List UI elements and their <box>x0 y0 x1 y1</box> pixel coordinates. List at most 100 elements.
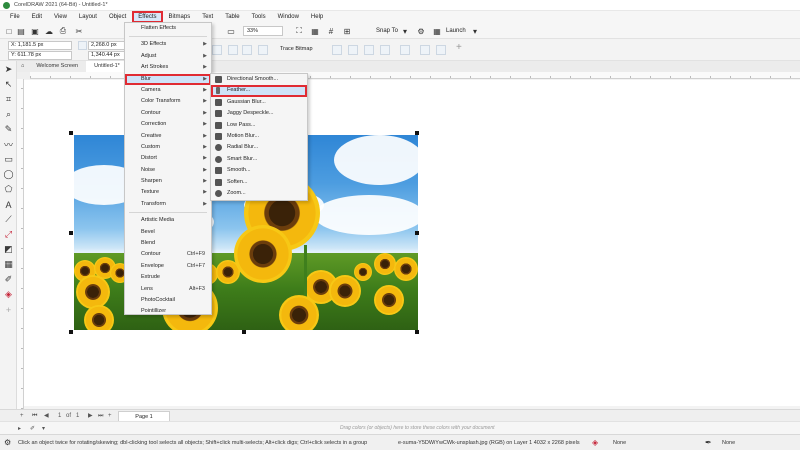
selection-handle-mr[interactable] <box>415 231 419 235</box>
fill-icon[interactable]: ◈ <box>592 435 598 450</box>
menu-view[interactable]: View <box>48 11 73 23</box>
submenu-item-directional-smooth[interactable]: Directional Smooth... <box>211 74 307 85</box>
parallel-dimension-tool-icon[interactable]: ⟋ <box>3 214 14 225</box>
menu-item-lens[interactable]: Lens Alt+F3 <box>125 284 211 295</box>
submenu-item-soften[interactable]: Soften... <box>211 177 307 188</box>
outline-pen-icon[interactable]: ✒ <box>705 435 712 450</box>
open-folder-icon[interactable]: ▤ <box>16 26 26 36</box>
menu-item-adjust[interactable]: Adjust ▶ <box>125 51 211 62</box>
align-icon[interactable] <box>400 45 410 55</box>
height-field[interactable]: 1,340.44 px <box>88 51 128 60</box>
selection-handle-ml[interactable] <box>69 231 73 235</box>
menu-item-extrude[interactable]: Extrude <box>125 272 211 283</box>
menu-item-contour-effects[interactable]: Contour ▶ <box>125 108 211 119</box>
launch-dropdown[interactable]: Launch <box>446 26 466 36</box>
interactive-fill-tool-icon[interactable]: ◈ <box>3 289 14 300</box>
selection-handle-tr[interactable] <box>415 131 419 135</box>
new-document-icon[interactable]: □ <box>4 26 14 36</box>
connector-tool-icon[interactable]: ⤢ <box>3 229 14 240</box>
document-palette[interactable]: ▸ ✐ ▾ Drag colors (or objects) here to s… <box>0 421 800 434</box>
menu-table[interactable]: Table <box>219 11 245 23</box>
selection-handle-bc[interactable] <box>242 330 246 334</box>
palette-menu-icon[interactable]: ▸ <box>18 424 21 434</box>
menu-item-sharpen[interactable]: Sharpen ▶ <box>125 176 211 187</box>
menu-item-artistic-media[interactable]: Artistic Media <box>125 215 211 226</box>
selection-handle-tl[interactable] <box>69 131 73 135</box>
crop-tool-icon[interactable]: ⌗ <box>3 94 14 105</box>
submenu-item-low-pass[interactable]: Low Pass... <box>211 120 307 131</box>
resample-icon[interactable] <box>364 45 374 55</box>
first-page-icon[interactable]: ⏮ <box>32 411 37 421</box>
menu-tools[interactable]: Tools <box>246 11 272 23</box>
cut-icon[interactable]: ✂ <box>74 26 84 36</box>
tab-welcome-screen[interactable]: Welcome Screen <box>28 61 86 72</box>
menu-item-bevel[interactable]: Bevel <box>125 227 211 238</box>
pick-tool-icon[interactable]: ➤ <box>3 64 14 75</box>
next-page-icon[interactable]: ▶ <box>88 411 93 421</box>
submenu-item-motion-blur[interactable]: Motion Blur... <box>211 131 307 142</box>
lock-ratio-icon[interactable] <box>212 45 222 55</box>
grid-icon[interactable]: # <box>326 26 336 36</box>
last-page-icon[interactable]: ⏭ <box>98 411 103 421</box>
palette-chevron-icon[interactable]: ▾ <box>42 424 45 434</box>
bitmap-mask-icon[interactable] <box>380 45 390 55</box>
position-y-field[interactable]: Y: 611.78 px <box>8 51 72 60</box>
menu-item-transform[interactable]: Transform ▶ <box>125 199 211 210</box>
rectangle-tool-icon[interactable]: ▭ <box>3 154 14 165</box>
zoom-tool-icon[interactable]: ⌕ <box>3 109 14 120</box>
launch-icon[interactable]: ▦ <box>432 26 442 36</box>
ungroup-icon[interactable] <box>436 45 446 55</box>
group-icon[interactable] <box>420 45 430 55</box>
eyedropper-tool-icon[interactable]: ✐ <box>3 274 14 285</box>
menu-edit[interactable]: Edit <box>26 11 48 23</box>
freehand-tool-icon[interactable]: ✎ <box>3 124 14 135</box>
status-gear-icon[interactable]: ⚙ <box>4 435 11 450</box>
guidelines-icon[interactable]: ⊞ <box>342 26 352 36</box>
launch-chevron-icon[interactable]: ▾ <box>470 26 480 36</box>
submenu-item-smooth[interactable]: Smooth... <box>211 165 307 176</box>
ellipse-tool-icon[interactable]: ◯ <box>3 169 14 180</box>
drop-shadow-tool-icon[interactable]: ◩ <box>3 244 14 255</box>
eyedropper-icon[interactable]: ✐ <box>30 424 35 434</box>
current-page[interactable]: 1 <box>58 411 61 421</box>
ruler-origin[interactable] <box>17 72 30 79</box>
menu-item-distort[interactable]: Distort ▶ <box>125 153 211 164</box>
mirror-horizontal-icon[interactable] <box>228 45 238 55</box>
rulers-icon[interactable]: ▦ <box>310 26 320 36</box>
submenu-item-feather[interactable]: Feather... <box>211 85 307 97</box>
zoom-level-field[interactable]: 33% <box>243 26 283 36</box>
trace-bitmap-button[interactable]: Trace Bitmap <box>280 46 313 52</box>
menu-item-correction[interactable]: Correction ▶ <box>125 119 211 130</box>
position-x-field[interactable]: X: 1,181.5 px <box>8 41 72 50</box>
selection-handle-br[interactable] <box>415 330 419 334</box>
submenu-item-radial-blur[interactable]: Radial Blur... <box>211 142 307 153</box>
menu-item-flatten-effects[interactable]: Flatten Effects <box>125 23 211 34</box>
menu-item-art-strokes[interactable]: Art Strokes ▶ <box>125 62 211 73</box>
home-icon[interactable]: ⌂ <box>17 61 28 72</box>
menu-item-blend[interactable]: Blend <box>125 238 211 249</box>
print-icon[interactable]: ⎙ <box>58 26 68 36</box>
add-tool-icon[interactable]: + <box>3 304 14 315</box>
cloud-icon[interactable]: ☁ <box>44 26 54 36</box>
menu-item-noise[interactable]: Noise ▶ <box>125 165 211 176</box>
submenu-item-jaggy-despeckle[interactable]: Jaggy Despeckle... <box>211 108 307 119</box>
menu-item-blur[interactable]: Blur ▶ <box>125 73 211 85</box>
gear-icon[interactable]: ⚙ <box>416 26 426 36</box>
menu-file[interactable]: File <box>4 11 26 23</box>
submenu-item-zoom[interactable]: Zoom... <box>211 188 307 199</box>
crop-icon[interactable] <box>332 45 342 55</box>
snap-to-dropdown[interactable]: Snap To <box>376 26 398 36</box>
edit-bitmap-icon[interactable] <box>348 45 358 55</box>
menu-window[interactable]: Window <box>272 11 305 23</box>
menu-item-envelope[interactable]: Envelope Ctrl+F7 <box>125 261 211 272</box>
artistic-media-tool-icon[interactable]: 〰 <box>3 139 14 150</box>
menu-item-contour[interactable]: Contour Ctrl+F9 <box>125 249 211 260</box>
mirror-vertical-icon[interactable] <box>242 45 252 55</box>
menu-item-custom[interactable]: Custom ▶ <box>125 142 211 153</box>
add-icon[interactable]: + <box>456 42 462 53</box>
rotate-icon[interactable] <box>258 45 268 55</box>
submenu-item-smart-blur[interactable]: Smart Blur... <box>211 154 307 165</box>
shape-tool-icon[interactable]: ↖ <box>3 79 14 90</box>
menu-item-creative[interactable]: Creative ▶ <box>125 131 211 142</box>
vertical-ruler[interactable] <box>17 79 24 409</box>
